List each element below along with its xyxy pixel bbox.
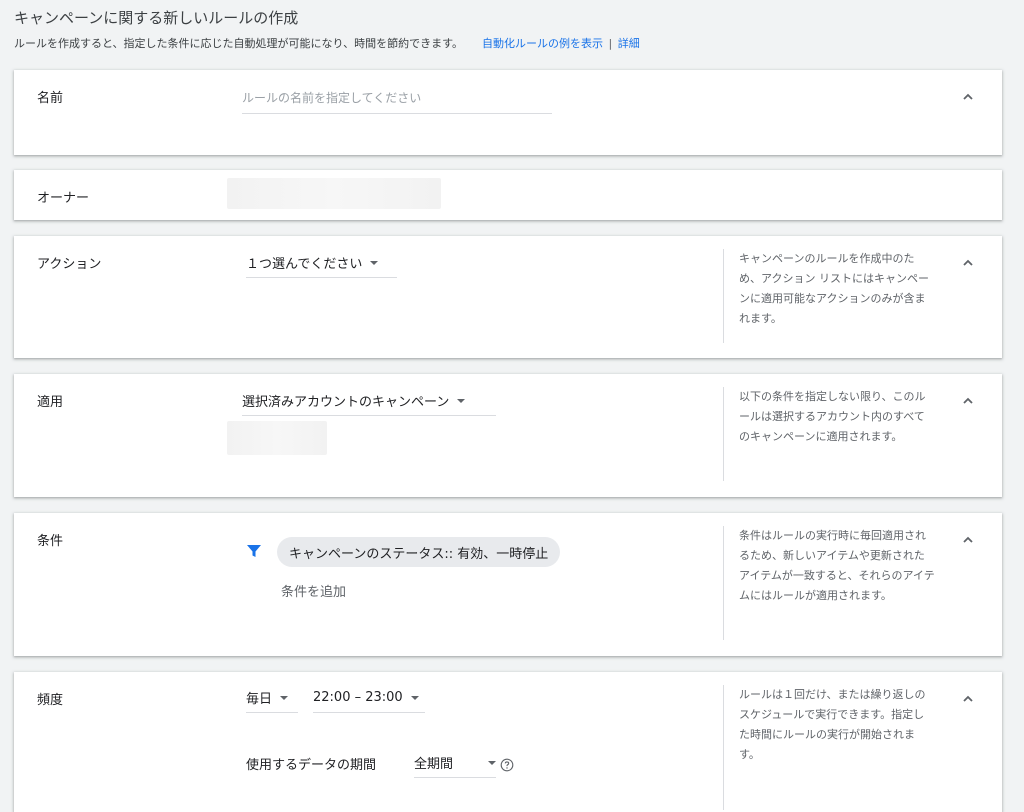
apply-label: 適用 xyxy=(37,395,64,410)
filter-icon xyxy=(247,545,261,557)
frequency-help-text: ルールは１回だけ、または繰り返しのスケジュールで実行できます。指定した時間にルー… xyxy=(723,685,935,810)
apply-dropdown[interactable]: 選択済みアカウントのキャンペーン xyxy=(242,386,496,416)
rule-name-input[interactable] xyxy=(242,88,552,114)
apply-card: 適用 選択済みアカウントのキャンペーン 以下の条件を指定しない限り、このルールは… xyxy=(14,374,1002,497)
frequency-dropdown[interactable]: 毎日 xyxy=(246,683,298,713)
owner-value-redacted xyxy=(227,178,441,209)
action-card: アクション １つ選んでください キャンペーンのルールを作成中のため、アクション … xyxy=(14,236,1002,358)
caret-down-icon xyxy=(457,398,466,403)
details-link[interactable]: 詳細 xyxy=(618,37,640,50)
action-label: アクション xyxy=(37,257,102,272)
chevron-up-icon xyxy=(963,93,973,100)
chevron-up-icon xyxy=(963,259,973,266)
help-circle-icon[interactable] xyxy=(500,758,514,772)
data-period-value: 全期間 xyxy=(414,757,454,772)
caret-down-icon xyxy=(370,260,379,265)
name-card: 名前 xyxy=(14,70,1002,155)
apply-help-text: 以下の条件を指定しない限り、このルールは選択するアカウント内のすべてのキャンペー… xyxy=(723,387,935,481)
selected-accounts-redacted xyxy=(227,421,327,455)
time-dropdown-value: 22:00 – 23:00 xyxy=(313,690,403,705)
apply-collapse-button[interactable] xyxy=(960,393,976,409)
page-header: キャンペーンに関する新しいルールの作成 ルールを作成すると、指定した条件に応じた… xyxy=(14,8,1014,51)
owner-label: オーナー xyxy=(37,191,90,206)
chevron-up-icon xyxy=(963,695,973,702)
frequency-label: 頻度 xyxy=(37,693,64,708)
subtitle-text: ルールを作成すると、指定した条件に応じた自動処理が可能になり、時間を節約できます… xyxy=(14,37,464,50)
caret-down-icon xyxy=(488,760,496,765)
apply-dropdown-value: 選択済みアカウントのキャンペーン xyxy=(242,395,450,410)
frequency-dropdown-value: 毎日 xyxy=(246,692,273,707)
condition-card: 条件 キャンペーンのステータス:: 有効、一時停止 条件を追加 条件はルールの実… xyxy=(14,513,1002,656)
caret-down-icon xyxy=(280,695,289,700)
caret-down-icon xyxy=(410,695,419,700)
link-separator: | xyxy=(608,37,613,50)
condition-chip[interactable]: キャンペーンのステータス:: 有効、一時停止 xyxy=(277,537,561,567)
action-dropdown[interactable]: １つ選んでください xyxy=(246,248,397,278)
page-subtitle: ルールを作成すると、指定した条件に応じた自動処理が可能になり、時間を節約できます… xyxy=(14,37,1014,51)
name-collapse-button[interactable] xyxy=(960,89,976,105)
frequency-collapse-button[interactable] xyxy=(960,691,976,707)
action-help-text: キャンペーンのルールを作成中のため、アクション リストにはキャンペーンに適用可能… xyxy=(723,249,935,343)
time-dropdown[interactable]: 22:00 – 23:00 xyxy=(313,683,425,713)
data-period-dropdown[interactable]: 全期間 xyxy=(414,748,496,778)
condition-help-text: 条件はルールの実行時に毎回適用されるため、新しいアイテムや更新されたアイテムが一… xyxy=(723,526,935,640)
owner-card: オーナー xyxy=(14,170,1002,220)
condition-collapse-button[interactable] xyxy=(960,532,976,548)
chevron-up-icon xyxy=(963,397,973,404)
examples-link[interactable]: 自動化ルールの例を表示 xyxy=(482,37,603,50)
frequency-card: 頻度 毎日 22:00 – 23:00 使用するデータの期間 全期間 ルールは１… xyxy=(14,672,1002,812)
condition-chip-label: キャンペーンのステータス:: 有効、一時停止 xyxy=(289,546,549,562)
data-period-label: 使用するデータの期間 xyxy=(246,758,377,773)
condition-label: 条件 xyxy=(37,534,64,549)
chevron-up-icon xyxy=(963,536,973,543)
action-collapse-button[interactable] xyxy=(960,255,976,271)
add-condition-button[interactable]: 条件を追加 xyxy=(281,581,346,600)
name-label: 名前 xyxy=(37,91,64,106)
page-title: キャンペーンに関する新しいルールの作成 xyxy=(14,9,299,27)
action-dropdown-value: １つ選んでください xyxy=(246,257,363,272)
